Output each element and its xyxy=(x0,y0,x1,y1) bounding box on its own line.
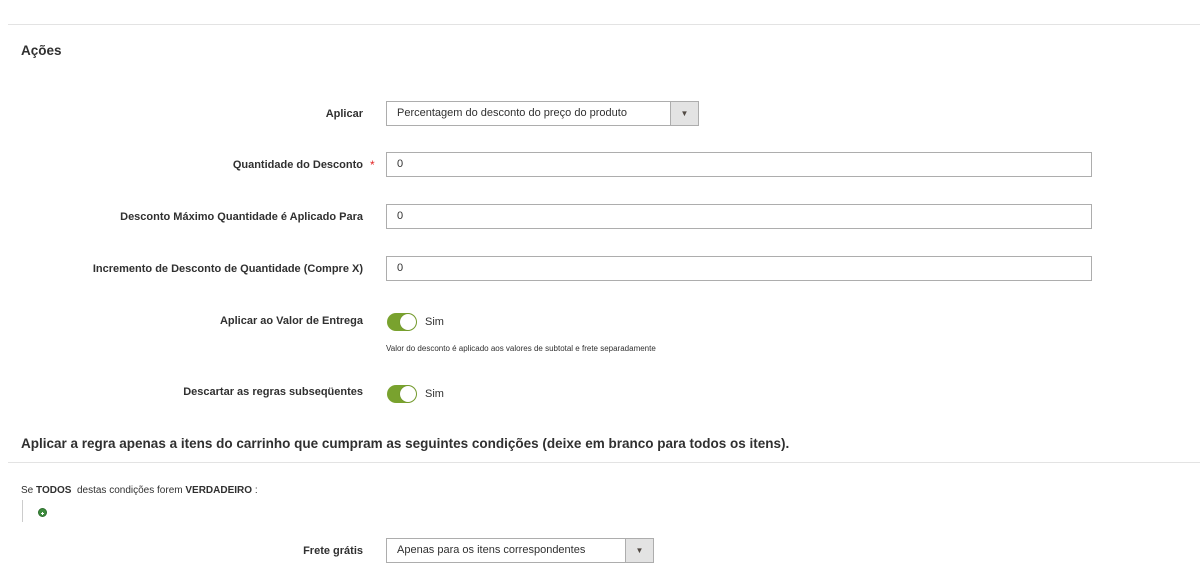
qty-step-label: Incremento de Desconto de Quantidade (Co… xyxy=(92,263,363,275)
discount-amount-label: Quantidade do Desconto xyxy=(232,159,363,171)
conditions-prefix: Se xyxy=(21,485,34,496)
conditions-title: Aplicar a regra apenas a itens do carrin… xyxy=(21,436,790,451)
apply-shipping-state: Sim xyxy=(425,316,444,328)
qty-step-input[interactable]: 0 xyxy=(386,256,1092,281)
max-qty-input[interactable]: 0 xyxy=(386,204,1092,229)
conditions-tree-line xyxy=(22,500,23,522)
discard-rules-label: Descartar as regras subseqüentes xyxy=(183,386,363,398)
toggle-knob xyxy=(400,386,416,402)
conditions-divider xyxy=(8,462,1200,463)
toggle-knob xyxy=(400,314,416,330)
free-shipping-label: Frete grátis xyxy=(303,545,363,557)
max-qty-label: Desconto Máximo Quantidade é Aplicado Pa… xyxy=(120,211,363,223)
apply-shipping-note: Valor do desconto é aplicado aos valores… xyxy=(386,344,656,353)
required-asterisk: * xyxy=(370,158,375,172)
apply-shipping-toggle[interactable] xyxy=(387,313,417,331)
section-title: Ações xyxy=(21,43,62,58)
apply-select-value: Percentagem do desconto do preço do prod… xyxy=(397,107,627,119)
conditions-aggregator-line: Se TODOS destas condições forem VERDADEI… xyxy=(21,485,258,496)
discard-rules-toggle[interactable] xyxy=(387,385,417,403)
free-shipping-select-value: Apenas para os itens correspondentes xyxy=(397,544,586,556)
free-shipping-select[interactable]: Apenas para os itens correspondentes ▼ xyxy=(386,538,654,563)
conditions-aggregator-link[interactable]: TODOS xyxy=(36,485,71,496)
chevron-down-icon: ▼ xyxy=(625,539,653,562)
top-divider xyxy=(8,24,1200,25)
discount-amount-input[interactable]: 0 xyxy=(386,152,1092,177)
apply-select[interactable]: Percentagem do desconto do preço do prod… xyxy=(386,101,699,126)
add-condition-icon[interactable] xyxy=(38,508,47,517)
chevron-down-icon: ▼ xyxy=(670,102,698,125)
discard-rules-state: Sim xyxy=(425,388,444,400)
conditions-suffix: : xyxy=(254,485,258,496)
conditions-value-link[interactable]: VERDADEIRO xyxy=(185,485,252,496)
apply-shipping-label: Aplicar ao Valor de Entrega xyxy=(219,315,363,327)
conditions-middle: destas condições forem xyxy=(76,485,183,496)
apply-label: Aplicar xyxy=(325,108,363,120)
